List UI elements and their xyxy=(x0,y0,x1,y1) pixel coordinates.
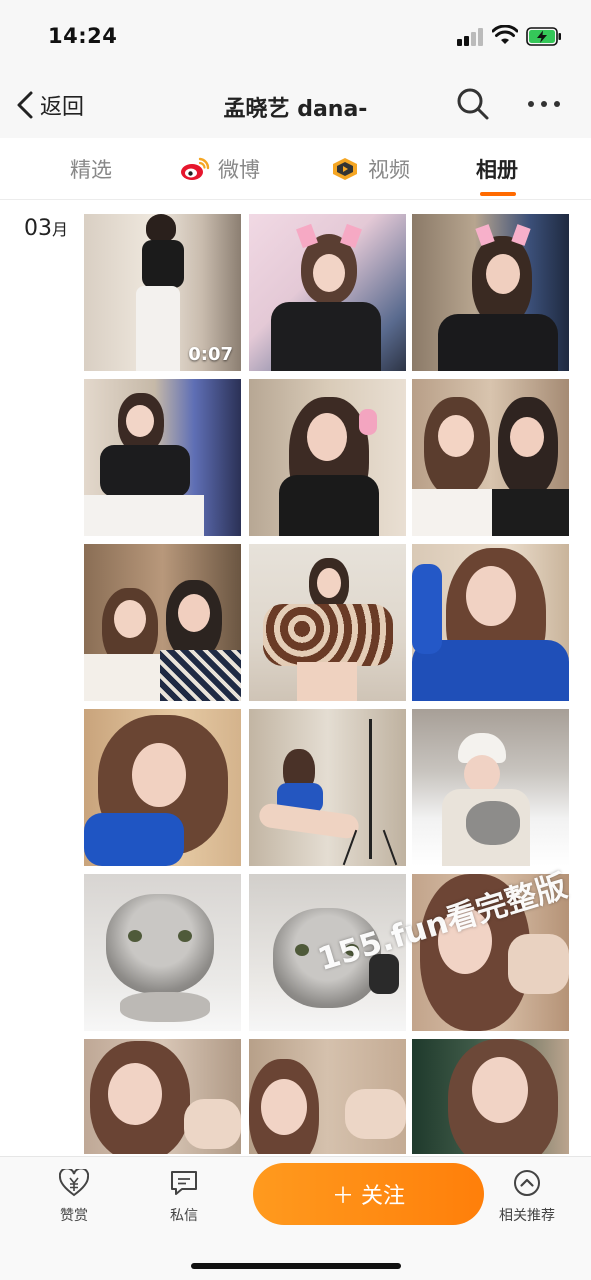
tab-weibo[interactable]: 微博 xyxy=(180,154,260,184)
photo-thumbnail[interactable] xyxy=(412,1039,569,1154)
photo-thumbnail[interactable]: 0:07 xyxy=(84,214,241,371)
reward-label: 赞赏 xyxy=(60,1208,88,1224)
related-label: 相关推荐 xyxy=(499,1208,555,1224)
follow-button[interactable]: ＋ 关注 xyxy=(253,1163,484,1225)
related-recommend-button[interactable]: 相关推荐 xyxy=(487,1169,567,1225)
back-label: 返回 xyxy=(40,95,85,120)
message-bubble-icon xyxy=(171,1171,197,1195)
page-title: 孟晓艺 dana- xyxy=(223,97,368,122)
chevron-left-icon xyxy=(17,91,33,119)
video-channel-icon xyxy=(333,158,357,180)
photo-thumbnail[interactable] xyxy=(84,709,241,866)
message-label: 私信 xyxy=(170,1208,198,1224)
photo-thumbnail[interactable] xyxy=(84,544,241,701)
wifi-icon xyxy=(492,25,518,44)
photo-thumbnail[interactable] xyxy=(249,544,406,701)
photo-thumbnail[interactable] xyxy=(249,709,406,866)
screen: 14:24 返回 孟晓艺 dana- 精选 微博 视频 相册 03月 0:07 … xyxy=(0,0,591,1280)
month-header: 03月 xyxy=(24,216,68,241)
tab-featured[interactable]: 精选 xyxy=(70,154,112,184)
home-indicator[interactable] xyxy=(191,1263,401,1269)
active-tab-indicator xyxy=(480,192,516,196)
cellular-signal-icon xyxy=(457,28,485,46)
tab-album[interactable]: 相册 xyxy=(476,154,518,184)
photo-thumbnail[interactable] xyxy=(249,214,406,371)
tab-label: 视频 xyxy=(368,158,410,182)
photo-thumbnail[interactable] xyxy=(412,379,569,536)
photo-thumbnail[interactable] xyxy=(412,874,569,1031)
photo-thumbnail[interactable] xyxy=(84,1039,241,1154)
nav-bar: 返回 孟晓艺 dana- xyxy=(0,72,591,138)
tab-label: 微博 xyxy=(218,158,260,182)
photo-thumbnail[interactable] xyxy=(249,874,406,1031)
photo-thumbnail[interactable] xyxy=(249,379,406,536)
photo-thumbnail[interactable] xyxy=(84,379,241,536)
month-unit: 月 xyxy=(52,220,69,239)
weibo-logo-icon xyxy=(181,157,210,180)
photo-thumbnail[interactable] xyxy=(84,874,241,1031)
tab-label: 精选 xyxy=(70,158,112,182)
photo-thumbnail[interactable] xyxy=(412,709,569,866)
reward-heart-icon xyxy=(59,1169,89,1197)
battery-charging-icon xyxy=(526,27,561,46)
tab-label: 相册 xyxy=(476,158,518,182)
search-icon[interactable] xyxy=(455,86,491,122)
month-number: 03 xyxy=(24,216,52,241)
message-button[interactable]: 私信 xyxy=(144,1169,224,1225)
follow-label: ＋ 关注 xyxy=(332,1184,405,1209)
bottom-action-bar: 赞赏 私信 ＋ 关注 相关推荐 xyxy=(0,1156,591,1280)
more-options-icon[interactable] xyxy=(526,98,562,110)
video-duration: 0:07 xyxy=(188,344,233,365)
reward-button[interactable]: 赞赏 xyxy=(34,1169,114,1225)
photo-thumbnail[interactable] xyxy=(412,214,569,371)
status-time: 14:24 xyxy=(48,24,118,48)
tab-video[interactable]: 视频 xyxy=(330,154,410,184)
photo-thumbnail[interactable] xyxy=(249,1039,406,1154)
tab-bar: 精选 微博 视频 相册 xyxy=(0,138,591,200)
chevron-up-circle-icon xyxy=(514,1170,540,1196)
status-bar: 14:24 xyxy=(0,0,591,72)
back-button[interactable]: 返回 xyxy=(14,86,84,124)
photo-thumbnail[interactable] xyxy=(412,544,569,701)
